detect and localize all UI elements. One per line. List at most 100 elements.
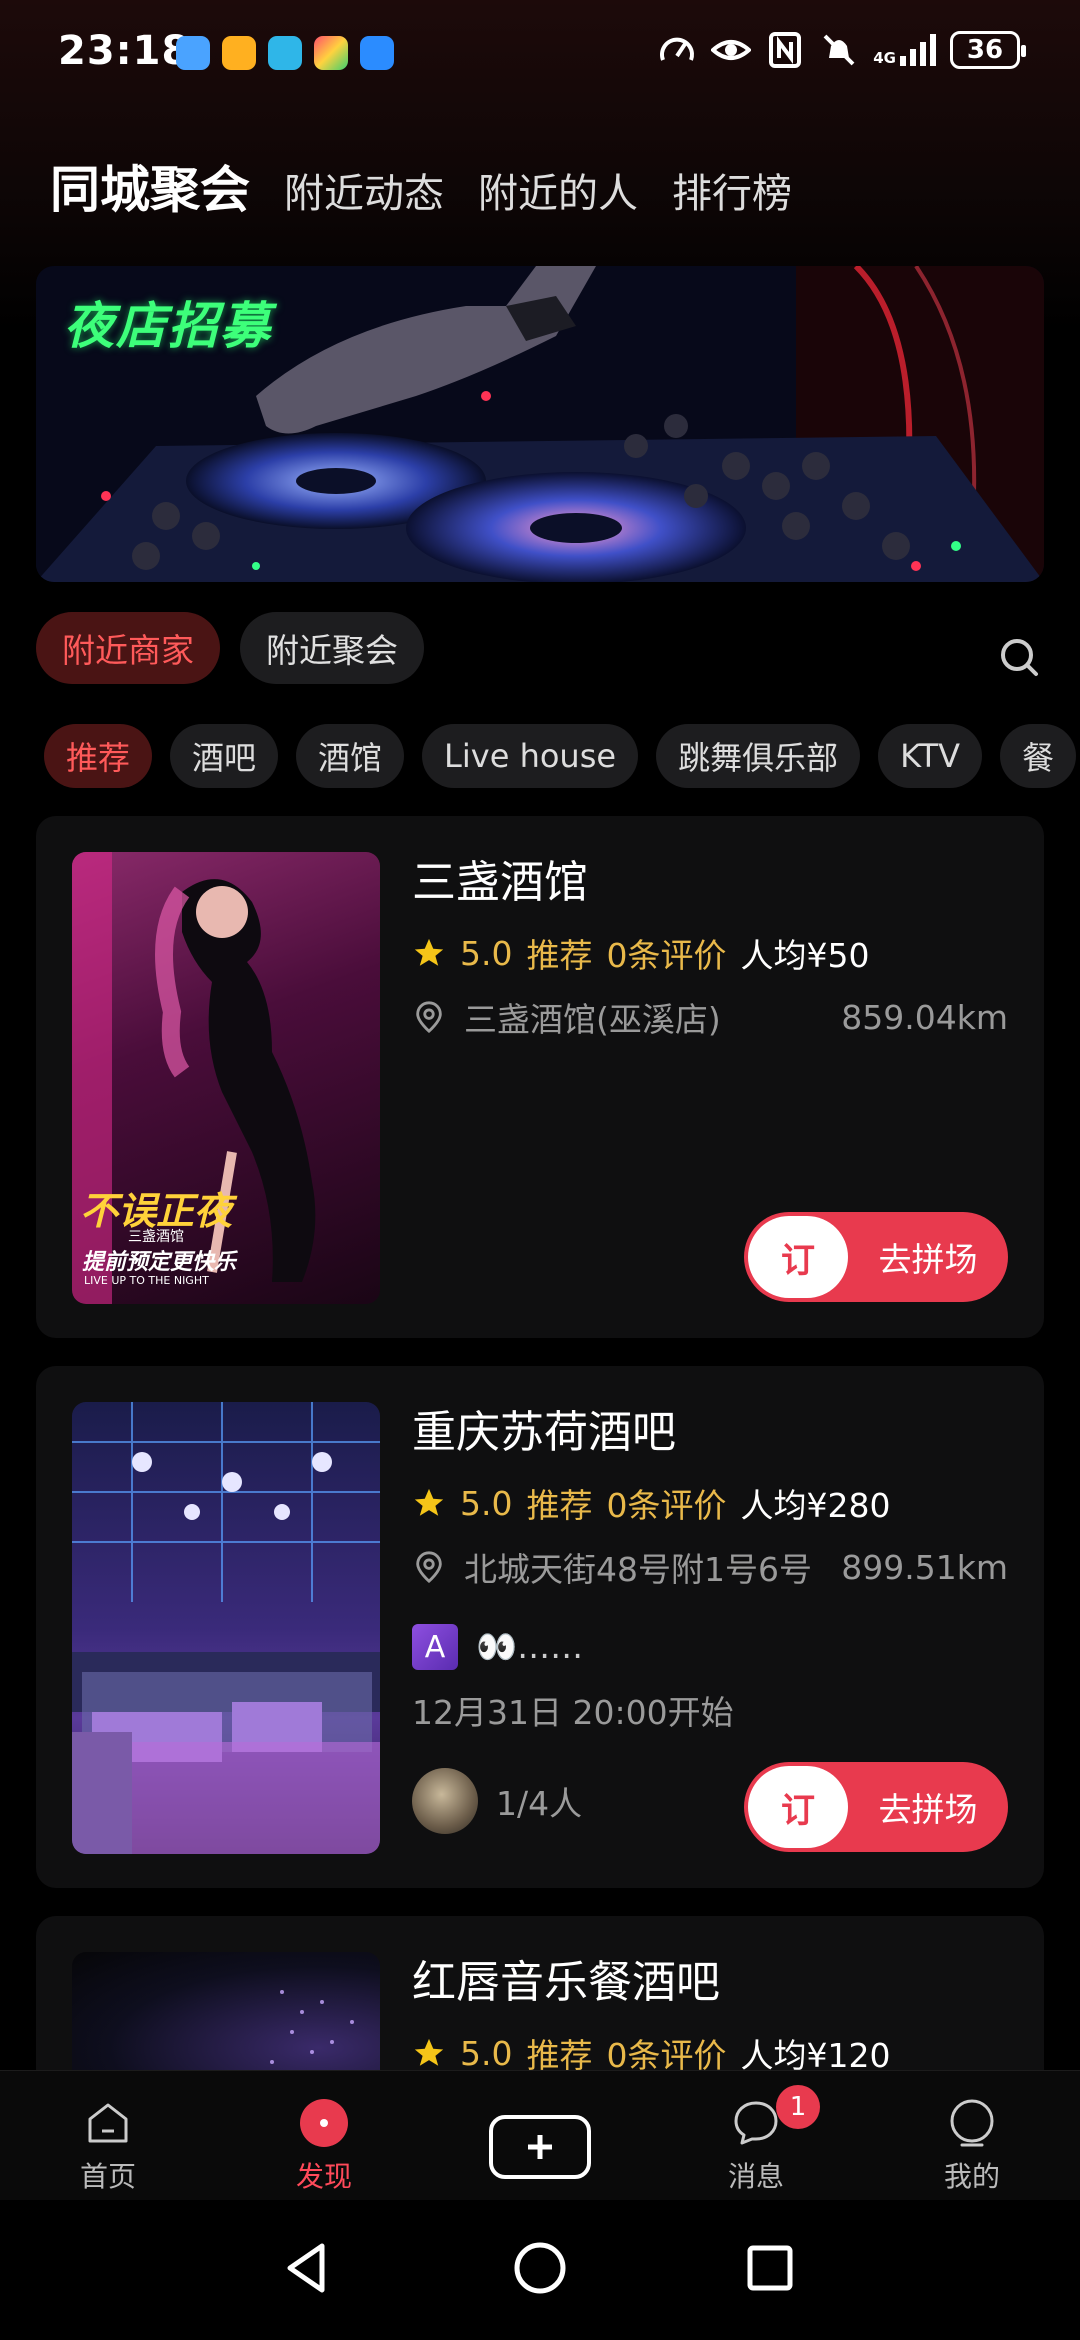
category-dining[interactable]: 餐	[1000, 724, 1077, 788]
venue-info: 三盏酒馆 5.0 推荐 0条评价 人均¥50 三盏酒馆(巫溪店) 859.04k…	[412, 852, 1008, 1042]
venue-name: 重庆苏荷酒吧	[412, 1407, 676, 1458]
chip-nearby-merchants[interactable]: 附近商家	[36, 612, 220, 684]
app-notification-icon	[314, 36, 348, 70]
join-button[interactable]: 订 去拼场	[744, 1762, 1008, 1852]
message-icon	[734, 2101, 778, 2145]
home-circle-icon[interactable]	[508, 2236, 572, 2300]
venue-reviews: 0条评价	[606, 1486, 727, 1525]
book-badge: 订	[748, 1216, 848, 1298]
category-live-house[interactable]: Live house	[422, 724, 639, 788]
eye-icon	[711, 40, 752, 60]
unread-badge: 1	[776, 2085, 820, 2129]
venue-location: 三盏酒馆(巫溪店) 859.04km	[412, 992, 1008, 1042]
venue-info: 重庆苏荷酒吧 5.0 推荐 0条评价 人均¥280 北城天街48号附1号6号 8…	[412, 1402, 1008, 1738]
category-recommended[interactable]: 推荐	[44, 724, 153, 788]
app-notification-icon	[360, 36, 394, 70]
location-pin-icon	[416, 1551, 442, 1584]
venue-photo-image	[72, 1402, 380, 1854]
venue-avg-price: 人均¥280	[740, 1486, 891, 1525]
profile-icon	[950, 2099, 994, 2147]
venue-distance: 899.51km	[841, 1547, 1008, 1587]
venue-poster-image: 不误正夜 三盏酒馆 提前预定更快乐 LIVE UP TO THE NIGHT	[72, 852, 380, 1304]
venue-avg-price: 人均¥50	[740, 936, 870, 975]
nav-label: 消息	[727, 2160, 784, 2193]
tab-ranking[interactable]: 排行榜	[672, 161, 792, 219]
host-avatar: A	[412, 1624, 458, 1670]
status-time: 23:18	[58, 28, 191, 74]
mute-icon	[823, 34, 855, 66]
venue-distance: 859.04km	[841, 997, 1008, 1037]
filter-chips: 附近商家 附近聚会	[36, 612, 424, 684]
nav-profile[interactable]: 我的	[902, 2097, 1042, 2195]
back-icon[interactable]	[276, 2236, 340, 2300]
venue-interior-image	[72, 1402, 380, 1854]
search-icon[interactable]	[998, 636, 1042, 680]
venue-rating: 5.0	[460, 933, 513, 973]
tab-nearby-people[interactable]: 附近的人	[478, 161, 638, 219]
host-name: 👀……	[476, 1627, 584, 1666]
category-ktv[interactable]: KTV	[878, 724, 983, 788]
venue-location: 北城天街48号附1号6号 899.51km	[412, 1542, 1008, 1592]
poster-english: LIVE UP TO THE NIGHT	[84, 1274, 209, 1287]
system-nav-bar	[0, 2200, 1080, 2340]
party-start-time: 12月31日 20:00开始	[412, 1693, 734, 1732]
nav-label: 发现	[295, 2160, 352, 2193]
party-participants: 1/4人	[412, 1768, 582, 1834]
nav-label: 我的	[943, 2160, 1000, 2193]
join-button[interactable]: 订 去拼场	[744, 1212, 1008, 1302]
promo-banner[interactable]: 夜店招募	[36, 266, 1044, 582]
star-icon	[414, 938, 444, 966]
join-button-label: 去拼场	[878, 1240, 978, 1279]
avatar[interactable]	[412, 1768, 478, 1834]
category-bar[interactable]: 酒吧	[170, 724, 279, 788]
nav-discover[interactable]: 发现	[254, 2097, 394, 2195]
venue-address: 三盏酒馆(巫溪店)	[464, 1000, 721, 1039]
category-chips: 推荐 酒吧 酒馆 Live house 跳舞俱乐部 KTV 餐	[44, 724, 1077, 788]
venue-rating: 5.0	[460, 1483, 513, 1523]
category-tavern[interactable]: 酒馆	[296, 724, 405, 788]
screen: 23:18 4G 36 同城聚会 附近动态 附近的人 排行榜 夜店招募 附近商家…	[0, 0, 1080, 2340]
venue-card[interactable]: 不误正夜 三盏酒馆 提前预定更快乐 LIVE UP TO THE NIGHT 三…	[36, 816, 1044, 1338]
nav-messages[interactable]: 1 消息	[686, 2085, 826, 2195]
battery-icon: 36	[950, 31, 1026, 69]
tab-nearby-feed[interactable]: 附近动态	[284, 161, 444, 219]
nfc-icon	[769, 32, 802, 68]
app-notification-icon	[268, 36, 302, 70]
venue-info: 红唇音乐餐酒吧 5.0 推荐 0条评价 人均¥120	[412, 1952, 1008, 2078]
home-icon	[88, 2103, 128, 2143]
poster-figure-image	[72, 852, 316, 1304]
venue-recommend: 推荐	[526, 936, 593, 975]
participant-count: 1/4人	[496, 1784, 583, 1823]
chip-nearby-parties[interactable]: 附近聚会	[240, 612, 424, 684]
venue-card[interactable]: 重庆苏荷酒吧 5.0 推荐 0条评价 人均¥280 北城天街48号附1号6号 8…	[36, 1366, 1044, 1888]
network-type: 4G	[873, 49, 896, 67]
join-button-label: 去拼场	[878, 1790, 978, 1829]
poster-subtitle: 三盏酒馆	[128, 1229, 184, 1245]
top-tabs: 同城聚会 附近动态 附近的人 排行榜	[50, 150, 792, 222]
poster-slogan: 提前预定更快乐	[82, 1250, 237, 1275]
nav-home[interactable]: 首页	[38, 2097, 178, 2195]
venue-name: 红唇音乐餐酒吧	[412, 1957, 720, 2008]
venue-recommend: 推荐	[526, 1486, 593, 1525]
venue-meta: 5.0 推荐 0条评价 人均¥50	[412, 928, 1008, 978]
add-button[interactable]	[489, 2115, 591, 2179]
nav-label: 首页	[79, 2160, 136, 2193]
weibo-icon	[222, 36, 256, 70]
book-badge: 订	[748, 1766, 848, 1848]
notification-icons	[176, 36, 394, 70]
signal-indicator: 4G	[873, 34, 936, 66]
add-icon	[528, 2135, 552, 2159]
speed-icon	[660, 37, 695, 61]
signal-icon	[900, 34, 936, 66]
recents-icon[interactable]	[738, 2236, 802, 2300]
discover-icon	[300, 2099, 348, 2147]
status-right: 4G 36	[657, 30, 1026, 70]
category-dance-club[interactable]: 跳舞俱乐部	[656, 724, 861, 788]
status-bar: 23:18 4G 36	[0, 0, 1080, 108]
tab-city-party[interactable]: 同城聚会	[50, 150, 250, 222]
venue-rating: 5.0	[460, 2033, 513, 2073]
location-pin-icon	[416, 1001, 442, 1034]
party-host: A 👀……	[412, 1622, 1008, 1672]
star-icon	[414, 1488, 444, 1516]
bottom-nav: 首页 发现 1 消息 我的	[0, 2070, 1080, 2200]
